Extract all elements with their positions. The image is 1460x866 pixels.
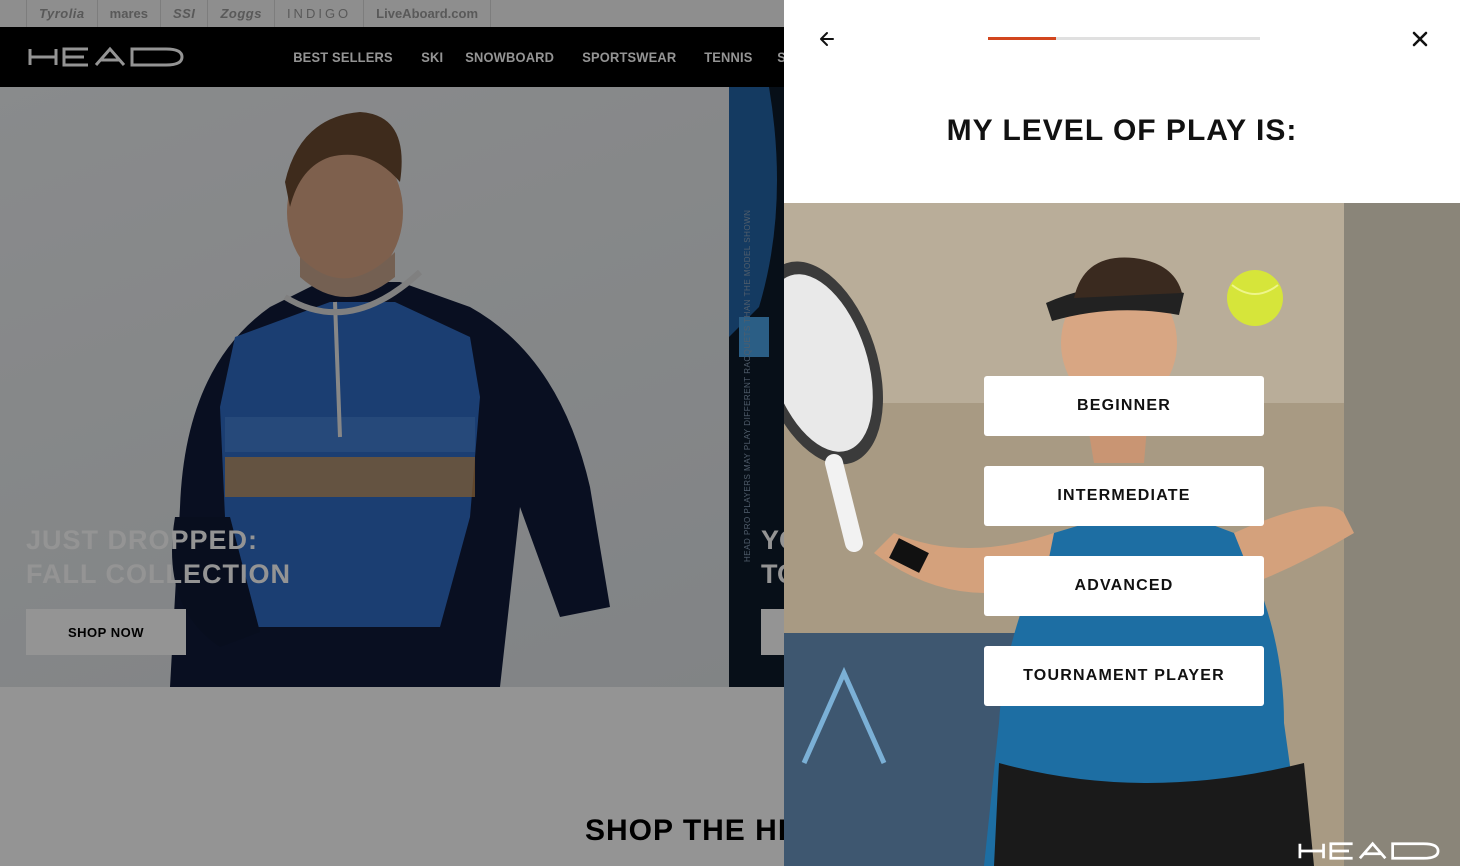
padel-player-image: BEGINNER INTERMEDIATE ADVANCED TOURNAMEN…	[784, 203, 1460, 866]
option-beginner[interactable]: BEGINNER	[984, 376, 1264, 436]
option-tournament-player[interactable]: TOURNAMENT PLAYER	[984, 646, 1264, 706]
close-icon	[1412, 31, 1428, 47]
quiz-progress-bar	[988, 37, 1260, 40]
quiz-options: BEGINNER INTERMEDIATE ADVANCED TOURNAMEN…	[984, 376, 1264, 736]
head-logo-footer	[1298, 841, 1440, 860]
quiz-question: MY LEVEL OF PLAY IS:	[946, 114, 1298, 147]
arrow-left-icon	[820, 32, 834, 46]
quiz-header: MY LEVEL OF PLAY IS:	[784, 0, 1460, 203]
back-button[interactable]	[816, 28, 840, 50]
level-quiz-panel: MY LEVEL OF PLAY IS: BEGINNER INTERMEDIA…	[784, 0, 1460, 866]
close-button[interactable]	[1408, 28, 1432, 50]
option-advanced[interactable]: ADVANCED	[984, 556, 1264, 616]
option-intermediate[interactable]: INTERMEDIATE	[984, 466, 1264, 526]
quiz-progress-fill	[988, 37, 1056, 40]
